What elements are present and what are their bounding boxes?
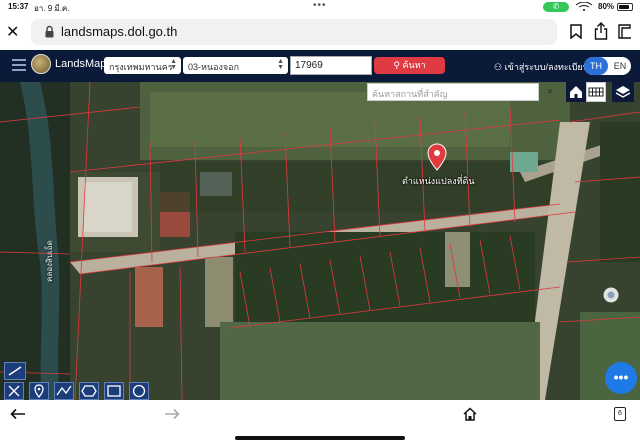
menu-icon[interactable] <box>12 59 26 71</box>
address-field[interactable]: landsmaps.dol.go.th <box>31 19 557 45</box>
phone-icon[interactable]: ✆ <box>543 2 569 12</box>
login-label: เข้าสู่ระบบ/ลงทะเบียน <box>504 62 589 72</box>
tabs-icon[interactable] <box>618 24 632 39</box>
province-select[interactable]: กรุงเทพมหานคร ▲ ▼ <box>104 57 181 74</box>
home-button[interactable] <box>566 82 586 102</box>
wifi-icon <box>575 1 593 13</box>
select-arrows-icon: ▲ ▼ <box>170 58 177 71</box>
back-arrow-icon[interactable] <box>10 408 26 420</box>
login-link[interactable]: ⚇ เข้าสู่ระบบ/ลงทะเบียน <box>494 60 589 74</box>
home-icon[interactable] <box>463 407 477 421</box>
clear-search-icon[interactable]: × <box>541 83 559 101</box>
search-button-label: ค้นหา <box>402 60 426 70</box>
battery-percent: 80% <box>598 2 615 11</box>
parcel-marker-label: ตำแหน่งแปลงที่ดิน <box>402 176 475 186</box>
grid-icon <box>588 87 604 97</box>
satellite-map[interactable]: ค้นหาสถานที่สำคัญ × ตำแหน่งแปลงที่ดิน คล… <box>0 82 640 400</box>
locate-icon[interactable] <box>602 286 620 304</box>
pin-tool-icon[interactable] <box>29 382 49 400</box>
search-button[interactable]: ⚲ ค้นหา <box>374 57 445 74</box>
district-value: 03-หนองจอก <box>188 62 240 72</box>
grid-toggle-button[interactable] <box>586 82 606 102</box>
language-toggle[interactable]: TH EN <box>584 57 631 75</box>
select-arrows-icon: ▲ ▼ <box>277 58 284 71</box>
bookmark-icon[interactable] <box>570 24 582 39</box>
status-time: 15:37 <box>8 2 29 11</box>
more-options-button[interactable]: ••• <box>605 362 637 394</box>
forward-arrow-icon[interactable] <box>164 408 180 420</box>
circle-tool-icon[interactable] <box>129 382 149 400</box>
parcel-number-input[interactable]: 17969 <box>290 56 372 75</box>
lang-th-button[interactable]: TH <box>584 57 608 75</box>
canal-label: คลองสิบเอ็ด <box>45 240 54 282</box>
lang-en-button[interactable]: EN <box>609 57 631 75</box>
lock-icon <box>45 25 54 38</box>
status-bar: 15:37 อา. 9 มี.ค. ••• ✆ 80% <box>0 0 640 14</box>
map-imagery <box>0 82 640 400</box>
polygon-tool-icon[interactable] <box>79 382 99 400</box>
measure-tool-icon[interactable] <box>4 362 26 380</box>
search-icon: ⚲ <box>393 60 400 70</box>
browser-url-bar: ✕ landsmaps.dol.go.th <box>0 14 640 50</box>
place-search-input[interactable]: ค้นหาสถานที่สำคัญ <box>367 83 539 101</box>
tab-count-button[interactable]: 6 <box>614 407 626 421</box>
landsmaps-logo <box>31 54 51 74</box>
rectangle-tool-icon[interactable] <box>104 382 124 400</box>
user-icon: ⚇ <box>494 62 503 72</box>
cross-tool-icon[interactable] <box>4 382 24 400</box>
app-toolbar: LandsMaps กรุงเทพมหานคร ▲ ▼ 03-หนองจอก ▲ ▼… <box>0 50 640 82</box>
url-text: landsmaps.dol.go.th <box>61 24 178 39</box>
layers-button[interactable] <box>612 82 634 102</box>
home-icon <box>570 86 582 98</box>
line-tool-icon[interactable] <box>54 382 74 400</box>
home-indicator <box>235 436 405 440</box>
close-icon[interactable]: ✕ <box>6 22 22 41</box>
battery-icon <box>617 3 633 11</box>
district-select[interactable]: 03-หนองจอก ▲ ▼ <box>183 57 288 74</box>
layers-icon <box>615 86 631 98</box>
browser-bottom-nav: 6 <box>0 400 640 445</box>
province-value: กรุงเทพมหานคร <box>109 62 173 72</box>
multitask-dots-icon[interactable]: ••• <box>313 0 327 11</box>
share-icon[interactable] <box>594 22 608 40</box>
